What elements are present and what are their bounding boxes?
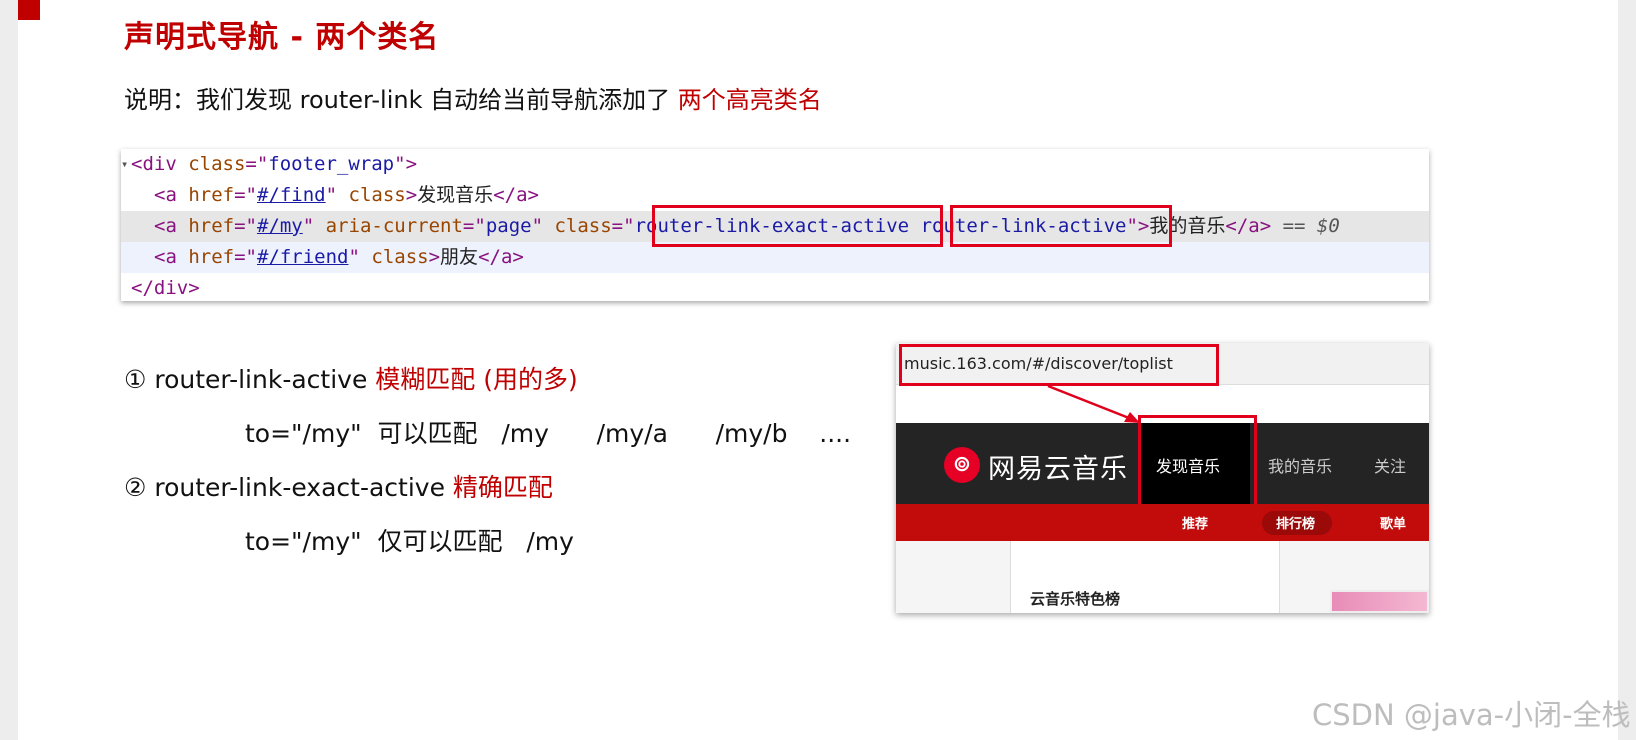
item-router-link-active-example: to="/my" 可以匹配 /my /my/a /my/b .... <box>245 419 852 448</box>
pointer-arrow-icon <box>1047 384 1140 423</box>
nav-highlight-box <box>1138 415 1257 509</box>
slide-title: 声明式导航 - 两个类名 <box>124 20 440 55</box>
highlight-box-exact-active <box>652 205 943 247</box>
nav-item-my-music[interactable]: 我的音乐 <box>1268 453 1332 477</box>
code-line-1: ▾ <div class="footer_wrap"> <box>121 149 1429 180</box>
description-text: 说明：我们发现 router-link 自动给当前导航添加了 <box>124 86 678 114</box>
subnav-item-toplist[interactable]: 排行榜 <box>1276 513 1315 532</box>
item-router-link-active: ① router-link-active 模糊匹配 (用的多) <box>124 365 578 394</box>
nav-item-follow[interactable]: 关注 <box>1374 453 1406 477</box>
href-link-friend[interactable]: #/friend <box>257 246 349 268</box>
netease-music-logo-icon[interactable]: ⊚ <box>944 447 980 483</box>
slide-description: 说明：我们发现 router-link 自动给当前导航添加了 两个高亮类名 <box>124 80 822 115</box>
description-highlight: 两个高亮类名 <box>677 86 822 114</box>
highlight-box-active <box>950 205 1172 247</box>
corner-mark <box>18 0 40 20</box>
music-site-screenshot: music.163.com/#/discover/toplist ⊚ 网易云音乐… <box>896 343 1429 613</box>
href-link-find[interactable]: #/find <box>257 184 326 206</box>
subnav-item-recommend[interactable]: 推荐 <box>1182 513 1208 532</box>
watermark: CSDN @java-小闭-全栈 <box>1312 698 1631 732</box>
expand-triangle-icon[interactable]: ▾ <box>121 149 128 180</box>
href-link-my[interactable]: #/my <box>257 215 303 237</box>
music-sub-nav: 推荐 排行榜 歌单 <box>896 504 1429 541</box>
music-logo-text[interactable]: 网易云音乐 <box>988 447 1128 486</box>
devtools-code-panel: ▾ <div class="footer_wrap"> <a href="#/f… <box>121 149 1429 301</box>
chart-thumbnail[interactable] <box>1330 590 1429 613</box>
code-line-5: </div> <box>131 277 200 299</box>
section-title: 云音乐特色榜 <box>1030 590 1121 608</box>
item-router-link-exact-active: ② router-link-exact-active 精确匹配 <box>124 473 553 502</box>
subnav-item-playlist[interactable]: 歌单 <box>1380 513 1406 532</box>
item-router-link-exact-active-example: to="/my" 仅可以匹配 /my <box>245 527 574 556</box>
